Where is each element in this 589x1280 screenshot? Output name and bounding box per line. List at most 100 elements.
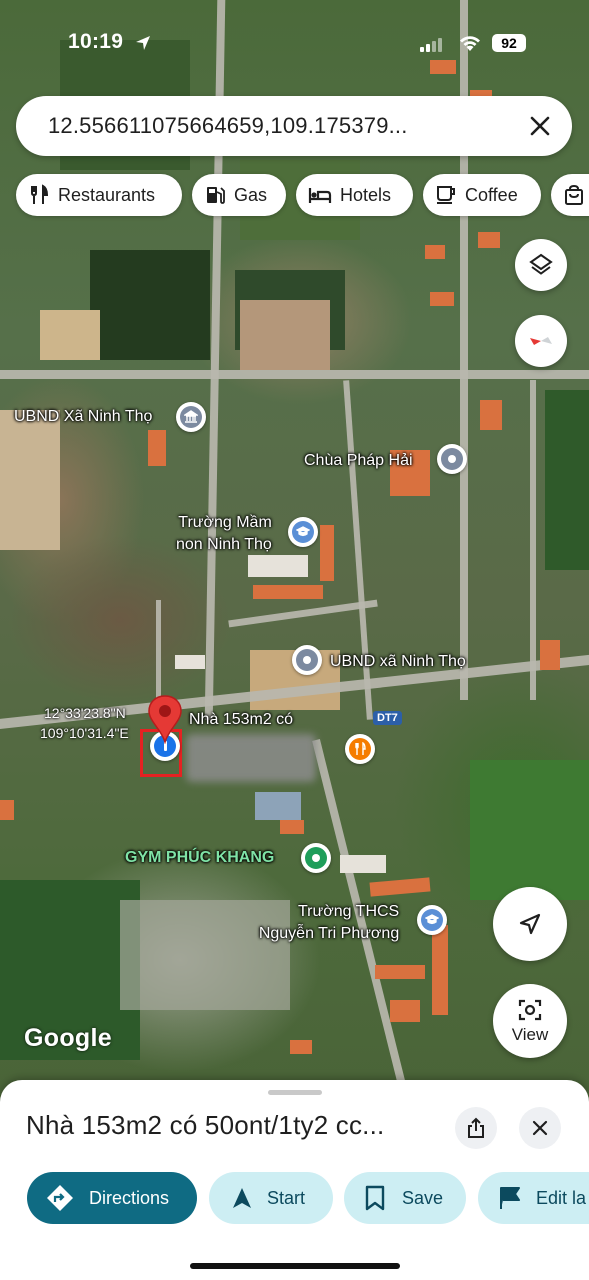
poi-label[interactable]: UBND Xã Ninh Thọ [14,406,152,428]
layers-button[interactable] [515,239,567,291]
place-sheet[interactable]: Nhà 153m2 có 50ont/1ty2 cc... Directions… [0,1080,589,1280]
hotel-icon [308,188,332,203]
share-button[interactable] [455,1107,497,1149]
road-badge: DT7 [373,711,402,725]
map-road [228,599,378,628]
map-field [470,760,589,900]
school-icon [296,526,310,537]
layers-icon [529,253,553,275]
poi-label[interactable]: GYM PHÚC KHANG [125,847,274,869]
map-building [478,232,500,248]
map-building [290,1040,312,1054]
navigation-arrow-icon [519,913,541,935]
search-query-text[interactable]: 12.556611075664659,109.175379... [48,113,408,139]
my-location-button[interactable] [493,887,567,961]
restaurant-icon [31,184,49,204]
view-button-label: View [511,1025,549,1044]
chip-shopping[interactable] [551,174,589,216]
map-building [430,292,454,306]
poi-marker[interactable] [301,843,331,873]
map-building [369,877,431,897]
shopping-icon [565,184,583,205]
poi-label[interactable]: Trường THCS Nguyễn Tri Phương [250,901,399,945]
poi-marker[interactable] [437,444,467,474]
dropped-pin-icon[interactable] [146,694,184,744]
school-icon [425,914,439,925]
directions-button[interactable]: Directions [27,1172,197,1224]
pin-longitude-label: 109°10'31.4"E [40,725,129,741]
map-building [280,820,304,834]
save-button[interactable]: Save [344,1172,466,1224]
government-icon [184,410,198,423]
navigation-icon [233,1188,251,1208]
map-field [240,300,330,370]
edit-label-label: Edit la [536,1187,587,1208]
poi-label[interactable]: UBND xã Ninh Thọ [330,651,466,673]
poi-label-line: Trường THCS [298,903,400,920]
poi-marker[interactable] [417,905,447,935]
close-sheet-button[interactable] [519,1107,561,1149]
sheet-grabber[interactable] [268,1090,322,1095]
chip-label: Coffee [465,184,518,205]
map-field [90,250,210,360]
street-view-button[interactable]: View [493,984,567,1058]
start-button[interactable]: Start [209,1172,333,1224]
map-building [540,640,560,670]
pin-place-label[interactable]: Nhà 153m2 có [189,709,293,731]
chip-label: Gas [234,184,268,205]
map-building [480,400,502,430]
map-building [175,655,205,669]
restaurant-marker[interactable] [345,734,375,764]
map-building [432,925,448,1015]
poi-label[interactable]: Trường Mầm non Ninh Thọ [176,512,272,556]
flag-icon [500,1187,520,1209]
start-label: Start [267,1187,306,1208]
poi-marker[interactable] [176,402,206,432]
gas-icon [207,187,225,204]
edit-label-button[interactable]: Edit la [478,1172,589,1224]
gym-icon [312,854,320,862]
home-indicator[interactable] [190,1263,400,1269]
chip-hotels[interactable]: Hotels [296,174,413,216]
chip-restaurants[interactable]: Restaurants [16,174,182,216]
map-field [545,390,589,570]
share-icon [468,1117,484,1138]
redacted-area [186,734,316,782]
map-building [320,525,334,581]
coffee-icon [437,186,455,204]
poi-marker[interactable] [288,517,318,547]
chip-label: Hotels [340,184,392,205]
close-icon[interactable] [526,112,554,140]
map-building [255,792,301,820]
battery-indicator: 92 [492,34,526,52]
save-label: Save [402,1187,444,1208]
poi-label-line: non Ninh Thọ [176,536,272,553]
pin-latitude-label: 12°33'23.8"N [44,705,126,721]
place-icon [448,455,456,463]
map-building [148,430,166,466]
chip-label: Restaurants [58,184,156,205]
place-title: Nhà 153m2 có 50ont/1ty2 cc... [26,1110,385,1140]
location-arrow-icon [136,36,150,50]
category-chips: Restaurants Gas Hotels Coffee [16,174,589,218]
search-bar[interactable]: 12.556611075664659,109.175379... [16,96,572,156]
bookmark-icon [365,1185,385,1211]
close-icon [532,1120,548,1136]
google-logo: Google [24,1024,112,1052]
poi-label[interactable]: Chùa Pháp Hải [304,450,413,472]
map-building [0,800,14,820]
map-building [340,855,386,873]
chip-coffee[interactable]: Coffee [423,174,541,216]
street-view-icon [518,999,542,1021]
poi-marker[interactable] [292,645,322,675]
chip-gas[interactable]: Gas [192,174,286,216]
place-icon [303,656,311,664]
map-building [375,965,425,979]
poi-label-line: Trường Mầm [178,514,272,531]
map-road [0,370,589,379]
map-road [530,380,536,700]
map-building [248,555,308,577]
map-building [390,1000,420,1022]
compass-button[interactable] [515,315,567,367]
map-field [40,310,100,360]
